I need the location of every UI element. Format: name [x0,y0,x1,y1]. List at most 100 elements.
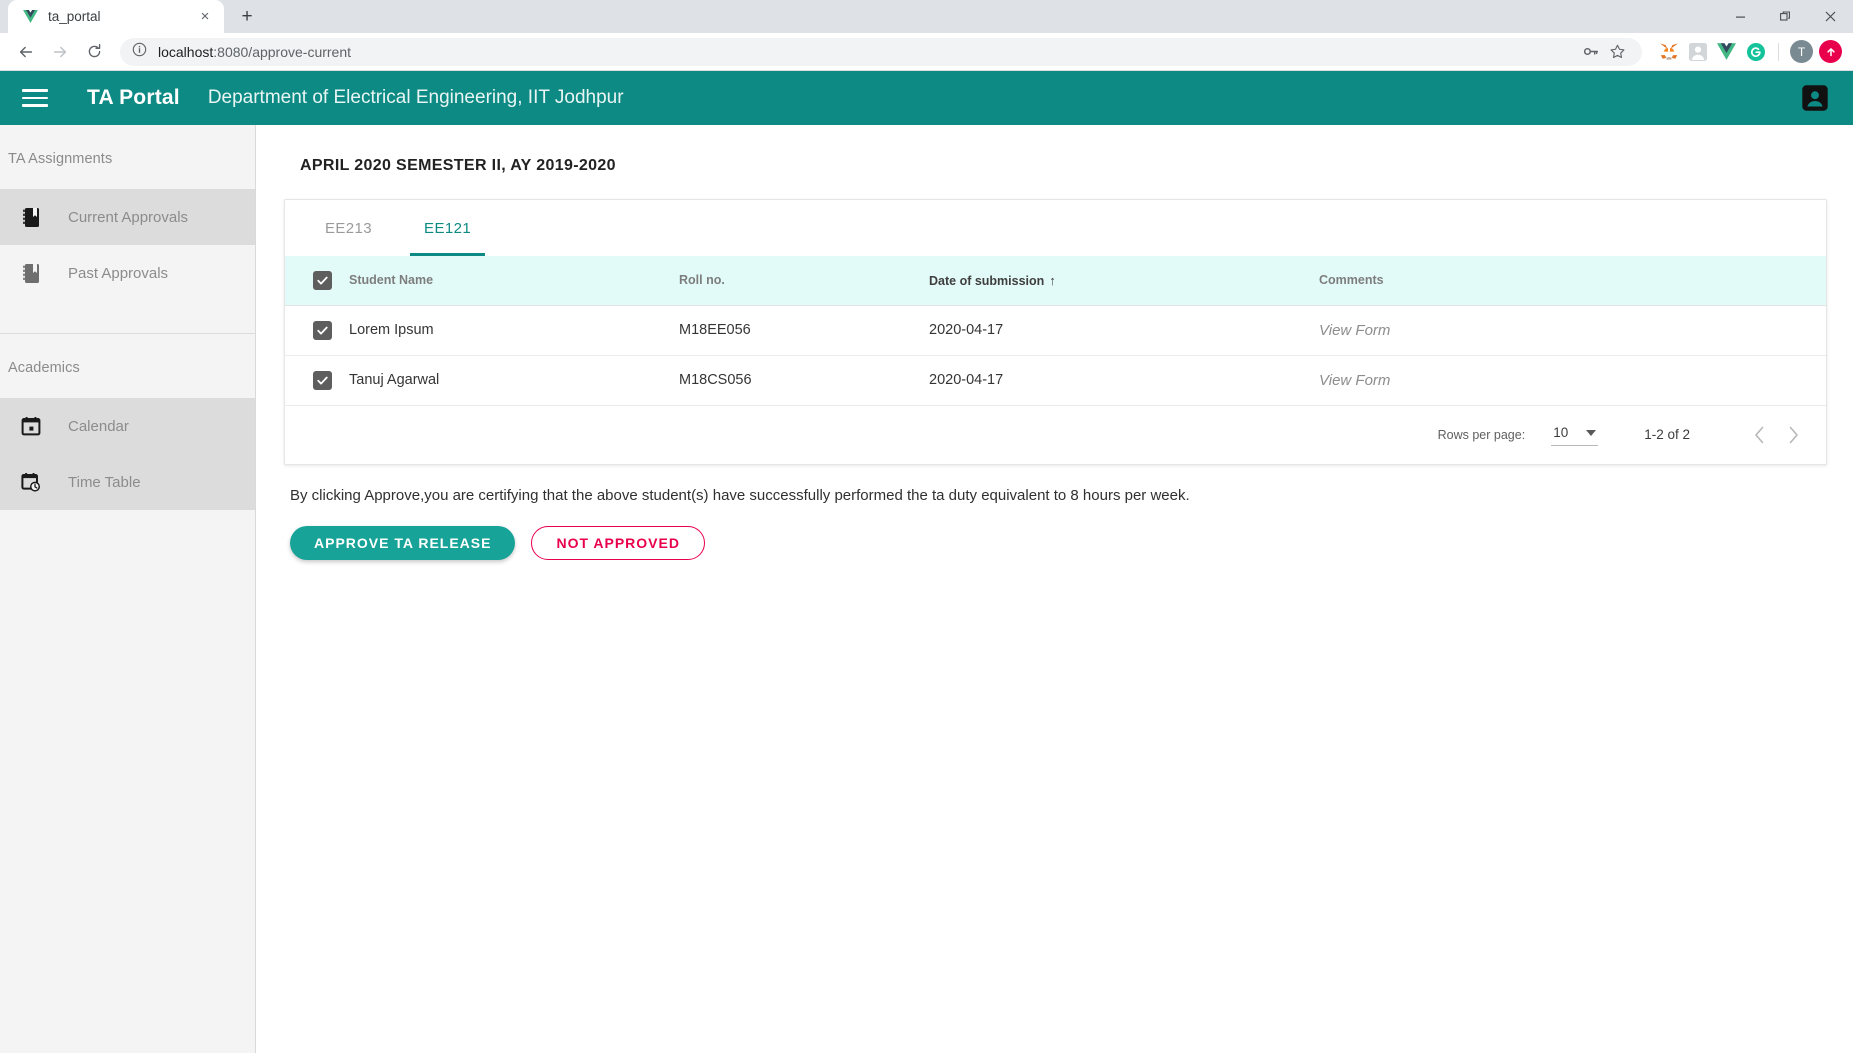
row-checkbox[interactable] [313,320,332,340]
page-title: APRIL 2020 SEMESTER II, AY 2019-2020 [300,157,616,174]
chevron-left-icon[interactable] [1742,418,1776,452]
sidebar-item-calendar[interactable]: Calendar [0,398,255,454]
tab-title: ta_portal [48,9,101,24]
avatar[interactable]: T [1789,39,1814,64]
rows-per-page-label: Rows per page: [1437,427,1526,442]
cell-comments[interactable]: View Form [1319,355,1826,405]
column-header-student-name[interactable]: Student Name [349,256,679,306]
browser-tab[interactable]: ta_portal × [8,0,224,33]
sidebar: TA Assignments Current Approvals Past Ap… [0,125,256,1053]
sidebar-item-label: Current Approvals [68,208,189,226]
back-arrow-icon[interactable] [10,36,42,68]
cell-roll-no: M18EE056 [679,322,751,338]
url-path: :8080/approve-current [213,43,352,60]
close-icon[interactable]: × [196,8,214,26]
approvals-card: EE213 EE121 Student Name Roll no. Date o… [284,199,1827,465]
pagination-range: 1-2 of 2 [1644,427,1690,442]
sidebar-item-current-approvals[interactable]: Current Approvals [0,189,255,245]
cell-date-of-submission: 2020-04-17 [929,322,1004,338]
site-info-icon[interactable] [132,42,147,62]
restore-icon[interactable] [1763,0,1808,33]
cell-student-name: Lorem Ipsum [349,322,434,338]
main-content: APRIL 2020 SEMESTER II, AY 2019-2020 EE2… [256,125,1853,1053]
row-checkbox[interactable] [313,370,332,390]
cell-roll-no: M18CS056 [679,372,752,388]
column-label: Date of submission [929,273,1045,288]
calendar-clock-icon [20,471,42,493]
chevron-down-icon [1586,429,1597,436]
window-controls [1718,0,1853,33]
tab-ee213[interactable]: EE213 [321,200,376,256]
cell-date-of-submission: 2020-04-17 [929,372,1004,388]
table-body: Lorem Ipsum M18EE056 2020-04-17 View For… [285,305,1826,405]
row-checkbox-cell[interactable] [285,305,349,355]
chevron-right-icon[interactable] [1776,418,1810,452]
select-all-checkbox-cell[interactable] [285,256,349,306]
minimize-icon[interactable] [1718,0,1763,33]
toolbar-divider [1778,42,1779,61]
not-approved-button[interactable]: NOT APPROVED [531,525,705,560]
rows-per-page-select[interactable]: 10 [1551,423,1599,446]
sidebar-section-ta-assignments: TA Assignments [8,151,113,167]
vue-logo-icon [22,8,39,25]
column-header-comments[interactable]: Comments [1319,256,1826,306]
calendar-icon [20,415,42,437]
pagination: Rows per page: 10 1-2 of 2 [285,406,1826,464]
view-form-link[interactable]: View Form [1319,372,1390,389]
star-icon[interactable] [1605,39,1630,64]
url-text: localhost:8080/approve-current [158,44,351,60]
table-header-row: Student Name Roll no. Date of submission… [285,256,1826,306]
browser-window: ta_portal × + localhost:8080/approve-cur… [0,0,1853,1053]
address-bar[interactable]: localhost:8080/approve-current [120,37,1642,66]
column-header-date-of-submission[interactable]: Date of submission ↑ [929,256,1319,306]
app-body: TA Assignments Current Approvals Past Ap… [0,125,1853,1053]
view-form-link[interactable]: View Form [1319,322,1390,339]
metamask-icon[interactable] [1656,39,1681,64]
extensions-bar: T [1652,39,1843,64]
tab-ee121[interactable]: EE121 [410,200,486,256]
table-head: Student Name Roll no. Date of submission… [285,256,1826,306]
tab-label: EE213 [325,219,373,237]
sort-ascending-icon: ↑ [1049,272,1056,288]
app-bar: TA Portal Department of Electrical Engin… [0,71,1853,125]
row-checkbox-cell[interactable] [285,355,349,405]
approve-ta-release-button[interactable]: APPROVE TA RELEASE [290,525,516,560]
close-icon[interactable] [1808,0,1853,33]
sidebar-item-label: Calendar [68,417,129,435]
app-viewport: TA Portal Department of Electrical Engin… [0,71,1853,1053]
action-buttons: APPROVE TA RELEASE NOT APPROVED [290,525,1827,560]
tab-label: EE121 [424,219,472,237]
reload-icon[interactable] [78,36,110,68]
tab-strip: ta_portal × + [0,0,1853,33]
omnibox-actions [1578,39,1630,64]
grammarly-icon[interactable] [1743,39,1768,64]
column-header-roll-no[interactable]: Roll no. [679,256,929,306]
certification-text: By clicking Approve,you are certifying t… [290,486,1190,504]
browser-toolbar: localhost:8080/approve-current T [0,33,1853,71]
app-title: TA Portal [87,86,180,109]
sidebar-item-time-table[interactable]: Time Table [0,454,255,510]
book-bookmark-icon [20,262,42,284]
sidebar-item-label: Past Approvals [68,264,169,282]
forward-arrow-icon [44,36,76,68]
hamburger-menu-icon[interactable] [22,85,48,111]
new-tab-button[interactable]: + [233,3,261,31]
sidebar-section-academics: Academics [8,360,80,376]
sidebar-item-label: Time Table [68,473,141,491]
update-arrow-icon[interactable] [1818,39,1843,64]
book-bookmark-icon [20,206,42,228]
cell-comments[interactable]: View Form [1319,305,1826,355]
course-tabs: EE213 EE121 [285,200,1826,256]
vue-devtools-icon[interactable] [1714,39,1739,64]
account-box-icon[interactable] [1799,82,1831,114]
sidebar-item-past-approvals[interactable]: Past Approvals [0,245,255,301]
table-row[interactable]: Tanuj Agarwal M18CS056 2020-04-17 View F… [285,355,1826,405]
update-badge [1819,40,1842,63]
key-icon[interactable] [1578,39,1603,64]
approvals-table: Student Name Roll no. Date of submission… [285,256,1826,406]
table-row[interactable]: Lorem Ipsum M18EE056 2020-04-17 View For… [285,305,1826,355]
select-all-checkbox[interactable] [313,270,332,290]
rows-per-page-value: 10 [1553,425,1569,440]
extension-icon[interactable] [1685,39,1710,64]
